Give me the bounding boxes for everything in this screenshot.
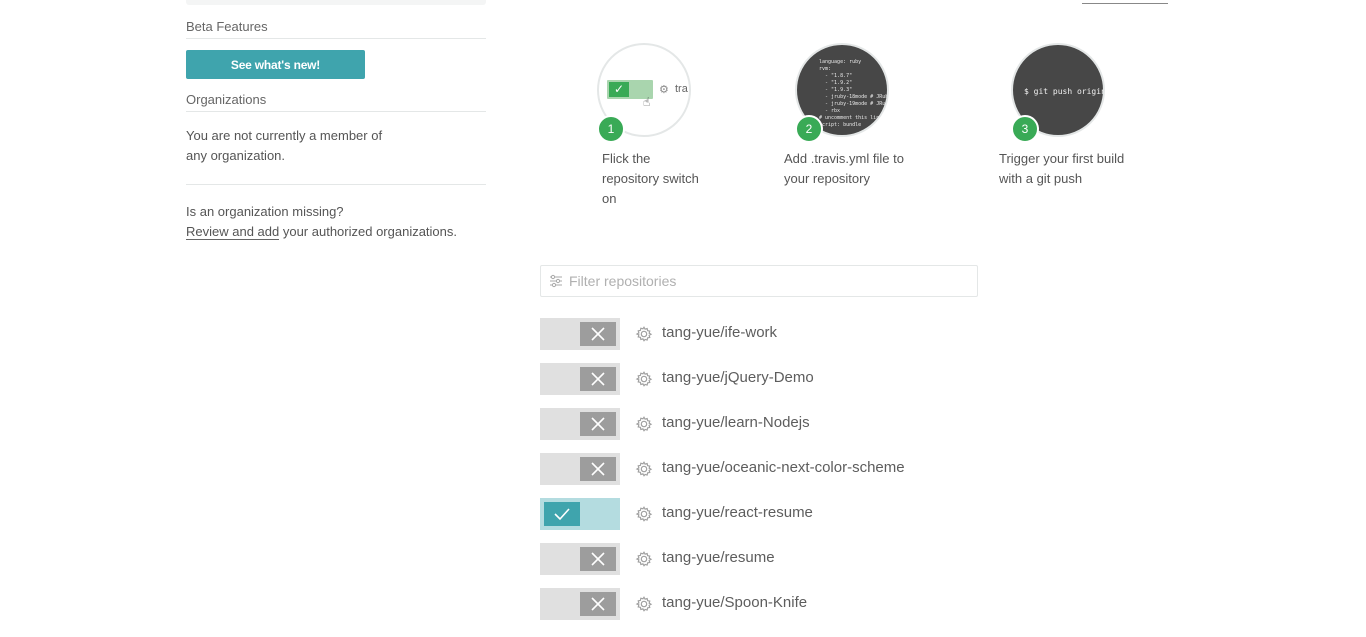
- repo-row: tang-yue/oceanic-next-color-scheme: [540, 453, 1040, 498]
- repo-name-link[interactable]: tang-yue/resume: [662, 549, 775, 566]
- git-push-command: $ git push origin: [1024, 87, 1105, 96]
- repository-list: tang-yue/ife-work tang-yue/jQuery-Demo tan…: [540, 318, 1040, 633]
- close-icon: [580, 412, 616, 436]
- gear-icon[interactable]: [635, 325, 653, 343]
- gear-icon[interactable]: [635, 460, 653, 478]
- close-icon: [580, 322, 616, 346]
- repo-row: tang-yue/resume: [540, 543, 1040, 588]
- beta-features-heading: Beta Features: [186, 19, 486, 39]
- gear-icon: ⚙: [659, 84, 669, 96]
- repo-toggle-switch[interactable]: [540, 453, 620, 485]
- org-missing-question: Is an organization missing?: [186, 204, 344, 219]
- repo-name-link[interactable]: tang-yue/oceanic-next-color-scheme: [662, 459, 905, 476]
- step-2-line2: your repository: [784, 171, 870, 186]
- see-whats-new-button[interactable]: See what's new!: [186, 50, 365, 79]
- repo-name-link[interactable]: tang-yue/learn-Nodejs: [662, 414, 810, 431]
- org-text-line2: any organization.: [186, 148, 286, 163]
- repo-toggle-switch[interactable]: [540, 543, 620, 575]
- repo-row: tang-yue/jQuery-Demo: [540, 363, 1040, 408]
- mini-repo-label: tra: [675, 83, 688, 95]
- organizations-heading: Organizations: [186, 92, 486, 112]
- gear-icon[interactable]: [635, 550, 653, 568]
- close-icon: [580, 367, 616, 391]
- repo-name-link[interactable]: tang-yue/ife-work: [662, 324, 777, 341]
- close-icon: [580, 547, 616, 571]
- repo-row: tang-yue/react-resume: [540, 498, 1040, 543]
- repo-row: tang-yue/Spoon-Knife: [540, 588, 1040, 633]
- repo-name-link[interactable]: tang-yue/Spoon-Knife: [662, 594, 807, 611]
- top-link-underline: [1082, 3, 1168, 4]
- filter-icon: [550, 274, 562, 288]
- step-1-line2: repository switch: [602, 171, 699, 186]
- repo-name-link[interactable]: tang-yue/jQuery-Demo: [662, 369, 814, 386]
- repo-row: tang-yue/ife-work: [540, 318, 1040, 363]
- gear-icon[interactable]: [635, 505, 653, 523]
- close-icon: [580, 592, 616, 616]
- check-icon: [544, 502, 580, 526]
- step-description: Add .travis.yml file to your repository: [784, 149, 914, 189]
- filter-repositories[interactable]: [540, 265, 978, 297]
- repo-toggle-switch[interactable]: [540, 318, 620, 350]
- step-description: Flick the repository switch on: [602, 149, 712, 209]
- gear-icon[interactable]: [635, 370, 653, 388]
- repo-toggle-switch[interactable]: [540, 363, 620, 395]
- filter-input[interactable]: [569, 270, 969, 292]
- travis-yml-code: language: ruby rvm: - "1.8.7" - "1.9.2" …: [819, 59, 889, 128]
- pointer-cursor-icon: ☝: [643, 95, 651, 109]
- org-membership-text: You are not currently a member of any or…: [186, 126, 416, 166]
- step-number-badge: 1: [597, 115, 625, 143]
- review-and-add-link[interactable]: Review and add: [186, 224, 280, 240]
- repo-name-link[interactable]: tang-yue/react-resume: [662, 504, 813, 521]
- check-icon: ✓: [609, 82, 629, 97]
- repo-toggle-switch[interactable]: [540, 408, 620, 440]
- step-number-badge: 2: [795, 115, 823, 143]
- repo-row: tang-yue/learn-Nodejs: [540, 408, 1040, 453]
- step-number-badge: 3: [1011, 115, 1039, 143]
- repo-toggle-switch[interactable]: [540, 498, 620, 530]
- org-missing-text: Is an organization missing? Review and a…: [186, 202, 486, 242]
- gear-icon[interactable]: [635, 595, 653, 613]
- org-text-line1: You are not currently a member of: [186, 128, 383, 143]
- step-1-line3: on: [602, 191, 617, 206]
- repo-toggle-switch[interactable]: [540, 588, 620, 620]
- gear-icon[interactable]: [635, 415, 653, 433]
- close-icon: [580, 457, 616, 481]
- step-3-line1: Trigger your first build: [999, 151, 1125, 166]
- sidebar-top-card: [186, 0, 486, 5]
- review-suffix: your authorized organizations.: [279, 224, 458, 239]
- step-2-line1: Add .travis.yml file to: [784, 151, 904, 166]
- sidebar-divider: [186, 184, 486, 185]
- step-3-line2: with a git push: [999, 171, 1083, 186]
- step-description: Trigger your first build with a git push: [999, 149, 1139, 189]
- step-1-line1: Flick the: [602, 151, 651, 166]
